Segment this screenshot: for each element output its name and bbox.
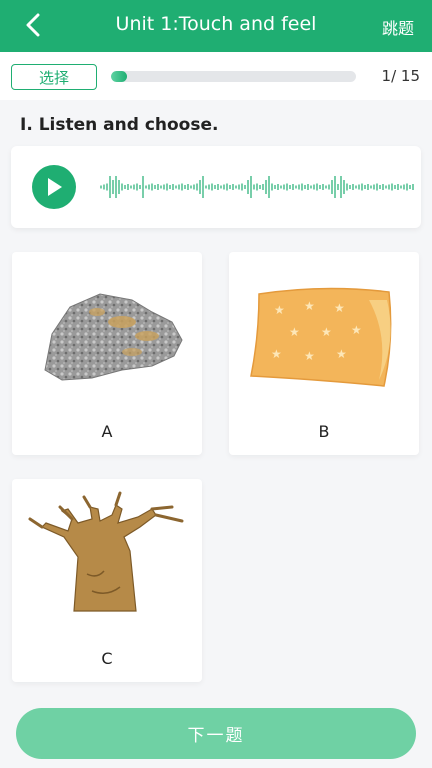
svg-text:★: ★ (321, 325, 332, 339)
question-instruction: I. Listen and choose. (20, 115, 219, 135)
progress-bar (111, 71, 356, 82)
progress-row: 选择 1/ 15 (0, 52, 432, 100)
option-c-card[interactable]: C (12, 479, 202, 682)
play-button[interactable] (32, 165, 76, 209)
svg-text:★: ★ (304, 299, 315, 313)
next-question-button[interactable]: 下一题 (16, 708, 416, 759)
top-bar: Unit 1:Touch and feel 跳题 (0, 0, 432, 52)
svg-text:★: ★ (351, 323, 362, 337)
svg-text:★: ★ (274, 303, 285, 317)
svg-text:★: ★ (289, 325, 300, 339)
play-icon (48, 178, 62, 196)
svg-text:★: ★ (336, 347, 347, 361)
audio-player (11, 146, 421, 228)
audio-waveform[interactable] (99, 168, 414, 206)
svg-text:★: ★ (334, 301, 345, 315)
question-type-tag: 选择 (11, 64, 97, 90)
option-c-label: C (101, 649, 113, 668)
tree-image (28, 491, 184, 612)
question-counter: 1/ 15 (381, 67, 420, 85)
progress-fill (111, 71, 128, 82)
pillow-image: ★ ★ ★ ★ ★ ★ ★ ★ ★ (250, 287, 392, 387)
option-b-card[interactable]: ★ ★ ★ ★ ★ ★ ★ ★ ★ B (229, 252, 419, 455)
option-a-label: A (101, 422, 113, 441)
option-a-card[interactable]: A (12, 252, 202, 455)
rock-image (44, 293, 183, 381)
skip-button[interactable]: 跳题 (382, 15, 414, 39)
svg-text:★: ★ (304, 349, 315, 363)
svg-text:★: ★ (271, 347, 282, 361)
page-title: Unit 1:Touch and feel (115, 13, 317, 35)
option-b-label: B (318, 422, 330, 441)
